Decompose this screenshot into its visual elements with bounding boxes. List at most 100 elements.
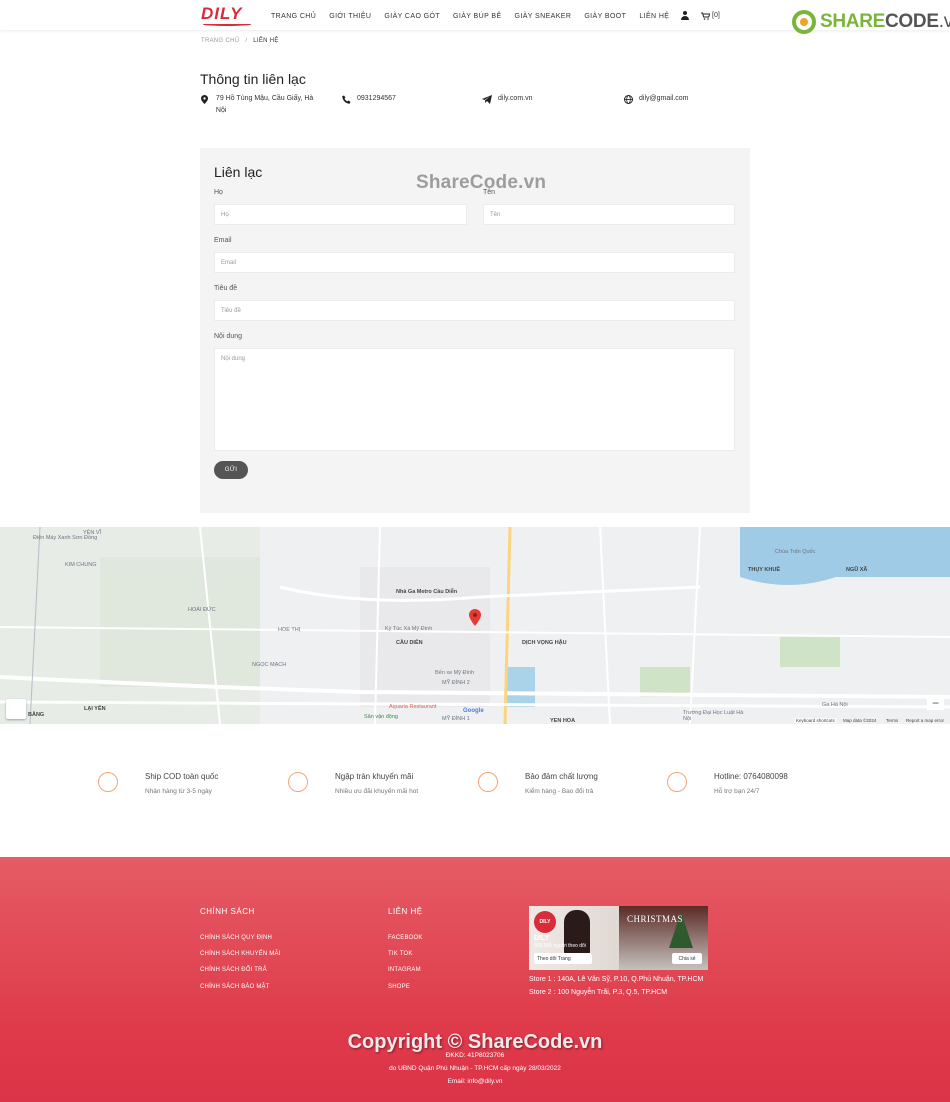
email-item: dily@gmail.com <box>623 93 689 105</box>
map-label-my-dinh-2: MỸ ĐÌNH 2 <box>442 680 470 686</box>
policy-link[interactable]: CHÍNH SÁCH KHUYẾN MÃI <box>200 951 281 957</box>
nav-contact[interactable]: LIÊN HỆ <box>639 13 669 20</box>
header-icons: [0] <box>681 11 720 20</box>
map-data: Map data ©2024 <box>843 718 877 723</box>
map-label-dich-vong: DỊCH VỌNG HẬU <box>522 640 567 646</box>
map-label-hoe-thi: HOE THỊ <box>278 627 301 633</box>
map-label-cau-dien: CẦU DIỄN <box>396 640 423 646</box>
google-map[interactable]: Nhà Ga Metro Cầu Diễn Ký Túc Xá Mỹ Đình … <box>0 527 950 724</box>
map-label-tran-quoc: Chùa Trấn Quốc <box>775 549 816 555</box>
policy-title: CHÍNH SÁCH <box>200 907 255 916</box>
pegman-button[interactable] <box>6 699 26 719</box>
contact-form: Liên lạc Họ Họ Tên Tên Email Email Tiêu … <box>200 148 750 513</box>
message-label: Nội dung <box>214 333 243 340</box>
nav-home[interactable]: TRANG CHỦ <box>271 13 316 20</box>
nav-sneakers[interactable]: GIÀY SNEAKER <box>515 13 572 20</box>
nav-flats[interactable]: GIÀY BÚP BÊ <box>453 13 502 20</box>
cart-count: [0] <box>712 12 720 19</box>
dily-logo[interactable]: DILY <box>201 4 251 26</box>
submit-button[interactable]: GỬI <box>214 461 248 479</box>
first-name-input[interactable]: Tên <box>483 204 735 225</box>
contact-info-title: Thông tin liên lạc <box>200 71 306 87</box>
map-label-luat: Trường Đại Học Luật Hà Nội <box>683 710 744 722</box>
instagram-link[interactable]: INTAGRAM <box>388 967 421 973</box>
feature-title: Ship COD toàn quốc <box>145 772 219 781</box>
fb-follow-button[interactable]: Theo dõi Trang <box>534 953 592 964</box>
website-text[interactable]: dily.com.vn <box>498 93 533 105</box>
breadcrumb: TRANG CHỦ / LIÊN HỆ <box>201 38 279 44</box>
paper-plane-icon <box>482 94 492 104</box>
tiktok-link[interactable]: TIK TOK <box>388 951 413 957</box>
google-logo: Google <box>463 708 484 714</box>
map-label-svd: Sân vận động <box>364 714 398 720</box>
fb-share-label: Chia sẻ <box>678 955 696 962</box>
breadcrumb-separator: / <box>245 38 248 44</box>
map-label-ktx: Ký Túc Xá Mỹ Đình <box>385 626 433 632</box>
feature-sub: Kiểm hàng - Bao đổi trả <box>525 788 594 795</box>
christmas-banner: CHRISTMAS <box>627 914 684 924</box>
store-2: Store 2 : 100 Nguyễn Trãi, P.3, Q.5, TP.… <box>529 989 668 996</box>
map-label-kim-chung: KIM CHUNG <box>65 562 97 568</box>
subject-label: Tiêu đề <box>214 285 238 292</box>
nav-about[interactable]: GIỚI THIỆU <box>329 13 371 20</box>
footer-email[interactable]: Email: info@dily.vn <box>0 1078 950 1085</box>
gift-icon <box>288 772 308 792</box>
site-footer: CHÍNH SÁCH CHÍNH SÁCH QUY ĐỊNH CHÍNH SÁC… <box>0 857 950 1102</box>
address-item: 79 Hồ Tùng Mậu, Cầu Giấy, Hà Nội <box>200 93 325 117</box>
map-label-ngu-xa: NGŨ XÃ <box>846 567 868 573</box>
subject-input[interactable]: Tiêu đề <box>214 300 735 321</box>
nav-boots[interactable]: GIÀY BOOT <box>584 13 626 20</box>
map-marker-icon[interactable] <box>469 609 481 626</box>
map-label-ben-xe: Bến xe Mỹ Đình <box>435 670 475 676</box>
email-label: Email <box>214 237 232 244</box>
sharecode-ring-icon <box>792 10 816 34</box>
phone-item: 0931294567 <box>341 93 396 105</box>
truck-icon <box>98 772 118 792</box>
nav-high-heels[interactable]: GIÀY CAO GÓT <box>384 13 440 20</box>
map-report[interactable]: Report a map error <box>906 718 944 723</box>
policy-link[interactable]: CHÍNH SÁCH BẢO MẬT <box>200 984 270 990</box>
policy-link[interactable]: CHÍNH SÁCH QUY ĐỊNH <box>200 935 272 941</box>
policy-link[interactable]: CHÍNH SÁCH ĐỔI TRẢ <box>200 967 267 973</box>
facebook-page-widget[interactable]: DILY CHRISTMAS DILY 669.595 người theo d… <box>529 906 708 970</box>
address-text: 79 Hồ Tùng Mậu, Cầu Giấy, Hà Nội <box>215 95 314 114</box>
phone-text[interactable]: 0931294567 <box>357 93 396 105</box>
shopee-link[interactable]: SHOPE <box>388 984 410 990</box>
cart-button[interactable]: [0] <box>701 12 720 20</box>
contact-title: LIÊN HỆ <box>388 907 423 916</box>
feature-sub: Nhận hàng từ 3-5 ngày <box>145 788 212 795</box>
map-label-my-dinh-1: MỸ ĐÌNH 1 <box>442 716 470 722</box>
breadcrumb-home[interactable]: TRANG CHỦ <box>201 38 239 44</box>
facebook-link[interactable]: FACEBOOK <box>388 935 423 941</box>
model-image <box>564 910 590 956</box>
website-item: dily.com.vn <box>482 93 533 105</box>
fb-followers: 669.595 người theo dõi <box>534 943 586 949</box>
map-terms[interactable]: Terms <box>886 718 898 723</box>
map-label-metro: Nhà Ga Metro Cầu Diễn <box>396 589 458 595</box>
fb-page-name[interactable]: DILY <box>534 935 549 942</box>
breadcrumb-current: LIÊN HỆ <box>253 38 279 44</box>
last-name-label: Họ <box>214 189 223 196</box>
map-label-aquaria: Aquaria Restaurant <box>389 704 437 710</box>
phone-icon <box>341 94 351 104</box>
badge-icon <box>478 772 498 792</box>
email-text[interactable]: dily@gmail.com <box>639 93 689 105</box>
map-label-dien-may: Điện Máy Xanh Sơn Đồng <box>33 535 98 541</box>
message-textarea[interactable]: Nội dung <box>214 348 735 451</box>
map-label-yen-hoa: YEN HOA <box>550 718 576 724</box>
last-name-input[interactable]: Họ <box>214 204 467 225</box>
map-shortcuts[interactable]: Keyboard shortcuts <box>794 718 837 723</box>
cart-icon <box>701 12 710 20</box>
feature-title: Ngập tràn khuyến mãi <box>335 772 414 781</box>
fb-share-button[interactable]: Chia sẻ <box>672 953 702 964</box>
feature-sub: Hỗ trợ bạn 24/7 <box>714 788 760 795</box>
map-label-bang: BẰNG <box>28 712 45 718</box>
sharecode-text: SHARECODE.vn <box>820 11 950 32</box>
support-icon <box>667 772 687 792</box>
zoom-out-button[interactable]: − <box>927 695 944 710</box>
map-label-ga-ha-noi: Ga Hà Nội <box>822 702 848 708</box>
email-input[interactable]: Email <box>214 252 735 273</box>
map-label-thuy-khue: THỤY KHUÊ <box>748 567 780 573</box>
feature-title: Bảo đảm chất lượng <box>525 772 598 781</box>
user-icon[interactable] <box>681 11 689 20</box>
